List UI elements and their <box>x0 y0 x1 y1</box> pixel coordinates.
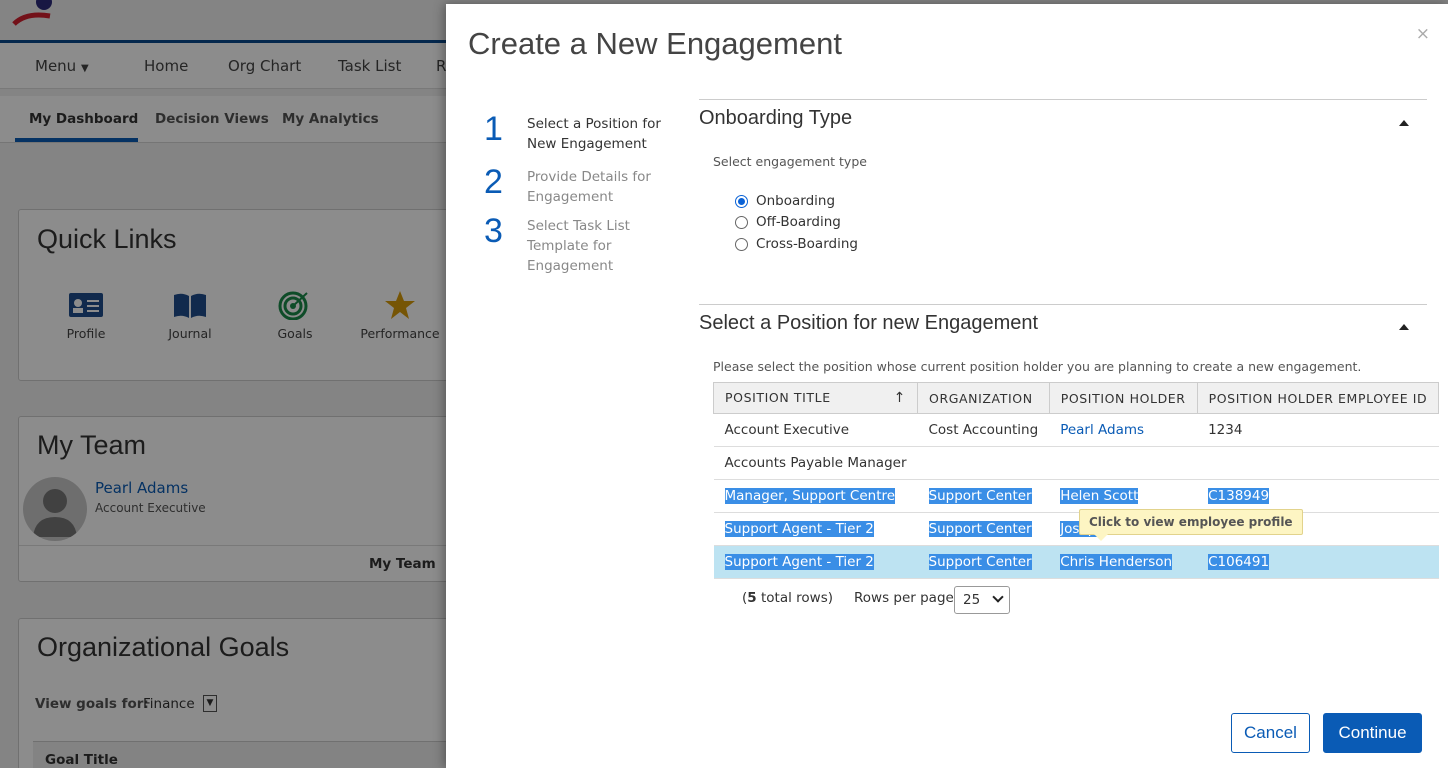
cell-employee-id: 1234 <box>1197 413 1439 447</box>
table-row[interactable]: Support Agent - Tier 2 Support Center Jo… <box>713 512 1439 546</box>
total-rows: (5 total rows) <box>742 590 833 606</box>
column-organization[interactable]: ORGANIZATION <box>917 382 1050 414</box>
column-employee-id[interactable]: POSITION HOLDER EMPLOYEE ID <box>1196 382 1440 414</box>
section-divider <box>699 99 1427 100</box>
radio-label: Cross-Boarding <box>756 236 858 252</box>
section-divider <box>699 304 1427 305</box>
step-number: 1 <box>484 110 503 148</box>
onboarding-type-title: Onboarding Type <box>699 107 853 129</box>
engagement-type-hint: Select engagement type <box>713 154 867 169</box>
cell-position-title: Manager, Support Centre <box>713 479 918 513</box>
column-position-holder[interactable]: POSITION HOLDER <box>1048 382 1198 414</box>
close-icon[interactable]: × <box>1416 24 1430 44</box>
step-label: Select Task List Template for Engagement <box>527 218 630 274</box>
table-header-row: POSITION TITLE ↑ ORGANIZATION POSITION HO… <box>713 382 1440 414</box>
holder-link[interactable]: Chris Henderson <box>1060 554 1173 570</box>
radio-cross-boarding[interactable]: Cross-Boarding <box>735 234 858 254</box>
cell-organization: Support Center <box>917 545 1050 579</box>
cell-employee-id: C106491 <box>1197 545 1439 579</box>
create-engagement-modal: Create a New Engagement × 1 Select a Pos… <box>446 4 1448 768</box>
sort-ascending-icon[interactable]: ↑ <box>894 390 906 406</box>
collapse-caret-icon[interactable] <box>1399 324 1409 330</box>
cell-position-title: Account Executive <box>713 413 918 447</box>
position-section-title: Select a Position for new Engagement <box>699 312 1039 334</box>
position-table: POSITION TITLE ↑ ORGANIZATION POSITION HO… <box>713 382 1440 579</box>
cell-position-holder <box>1049 446 1198 480</box>
table-row[interactable]: Manager, Support Centre Support Center H… <box>713 479 1439 513</box>
rows-per-page-select[interactable]: 25 <box>954 586 1010 614</box>
rows-per-page-label: Rows per page: <box>854 590 959 606</box>
cell-employee-id <box>1197 446 1439 480</box>
cell-position-holder: Helen Scott <box>1049 479 1198 513</box>
holder-link[interactable]: Helen Scott <box>1060 488 1139 504</box>
holder-link[interactable]: Pearl Adams <box>1060 422 1144 438</box>
chevron-down-icon <box>992 591 1004 603</box>
radio-circle[interactable] <box>735 237 748 251</box>
radio-circle[interactable] <box>735 215 748 229</box>
cell-position-title: Support Agent - Tier 2 <box>713 545 918 579</box>
table-row-selected[interactable]: Support Agent - Tier 2 Support Center Ch… <box>713 545 1439 579</box>
table-row[interactable]: Account Executive Cost Accounting Pearl … <box>713 413 1439 447</box>
radio-off-boarding[interactable]: Off-Boarding <box>735 212 841 232</box>
radio-label: Onboarding <box>756 193 836 209</box>
continue-button[interactable]: Continue <box>1323 713 1422 753</box>
step-label: Provide Details for Engagement <box>527 169 651 205</box>
cell-position-holder: Pearl Adams <box>1049 413 1198 447</box>
step-number: 3 <box>484 212 503 250</box>
cell-organization: Support Center <box>917 512 1050 546</box>
cell-position-holder: Chris Henderson <box>1049 545 1198 579</box>
step-number: 2 <box>484 163 503 201</box>
step-label: Select a Position for New Engagement <box>527 116 661 152</box>
radio-onboarding[interactable]: Onboarding <box>735 191 835 211</box>
collapse-caret-icon[interactable] <box>1399 120 1409 126</box>
cell-organization: Cost Accounting <box>917 413 1050 447</box>
table-row[interactable]: Accounts Payable Manager <box>713 446 1439 480</box>
cell-position-title: Accounts Payable Manager <box>713 446 918 480</box>
employee-profile-tooltip: Click to view employee profile <box>1079 509 1303 541</box>
radio-circle[interactable] <box>735 194 748 208</box>
cell-position-title: Support Agent - Tier 2 <box>713 512 918 546</box>
modal-title: Create a New Engagement <box>468 26 842 61</box>
cell-organization <box>917 446 1050 480</box>
cell-employee-id: C138949 <box>1197 479 1439 513</box>
radio-label: Off-Boarding <box>756 214 841 230</box>
column-position-title[interactable]: POSITION TITLE ↑ <box>713 382 918 414</box>
cell-organization: Support Center <box>917 479 1050 513</box>
position-hint: Please select the position whose current… <box>713 359 1362 374</box>
cancel-button[interactable]: Cancel <box>1231 713 1310 753</box>
